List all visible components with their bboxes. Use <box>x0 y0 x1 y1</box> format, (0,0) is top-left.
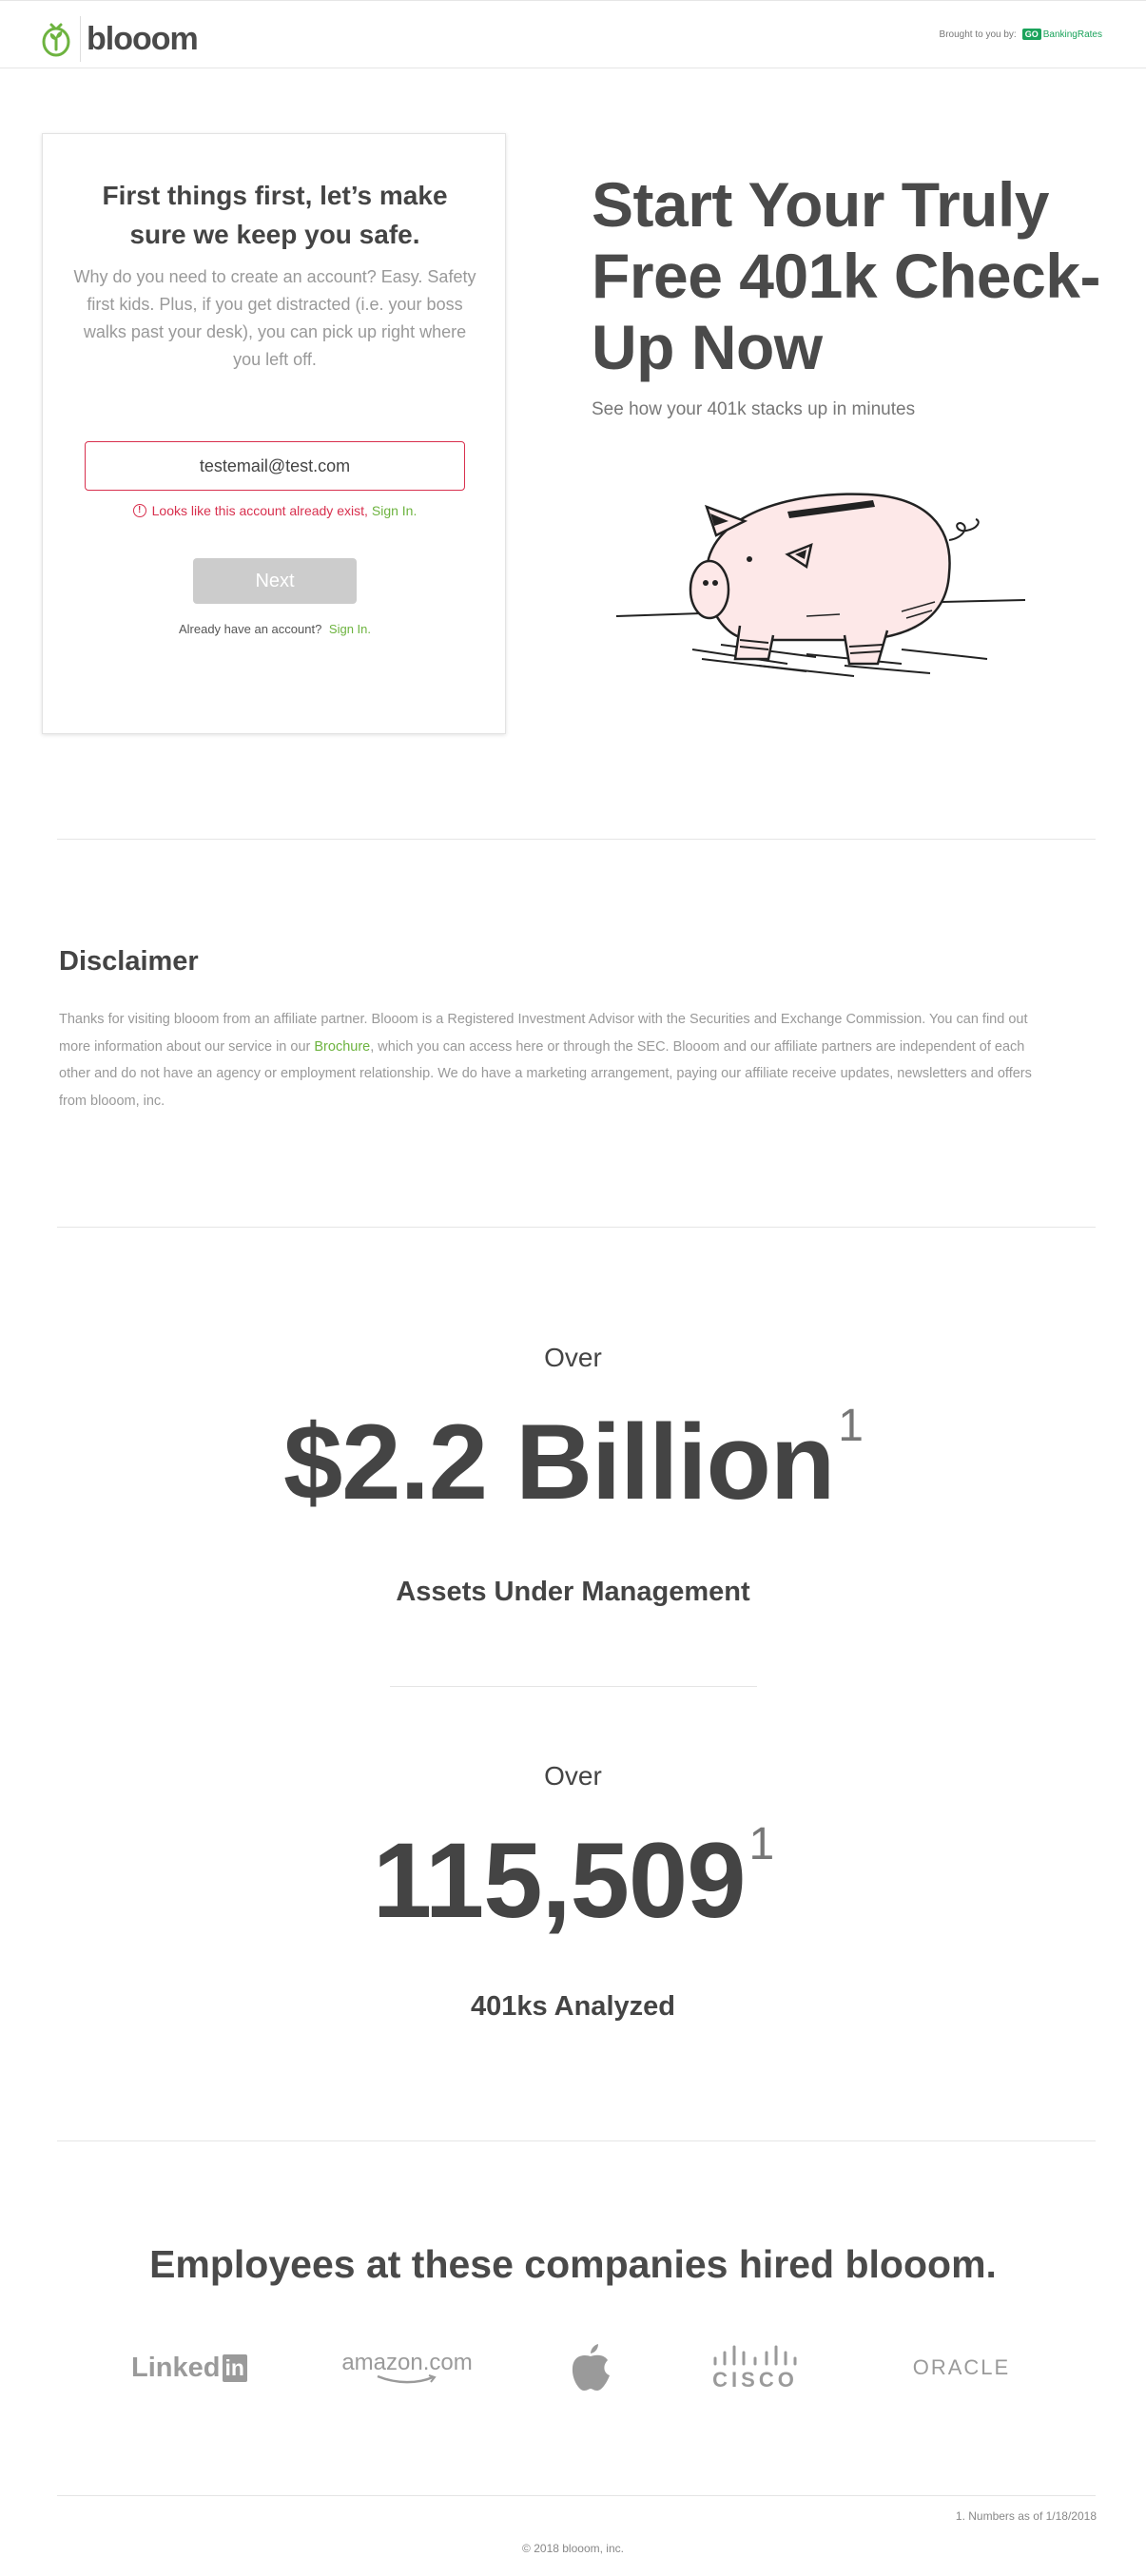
already-have-account: Already have an account? Sign In. <box>71 622 478 636</box>
stat-prefix: Over <box>544 1761 602 1791</box>
error-sign-in-link[interactable]: Sign In. <box>372 503 417 518</box>
disclaimer-title: Disclaimer <box>59 946 199 977</box>
cisco-logo-text: CISCO <box>712 2368 798 2392</box>
next-button[interactable]: Next <box>193 558 357 604</box>
stat-assets-label: Assets Under Management <box>396 1577 750 1607</box>
linkedin-logo: Linked in <box>129 2339 249 2396</box>
stat-assets-value: $2.2 Billion1 <box>0 1404 1146 1516</box>
stat-divider <box>390 1686 757 1687</box>
section-divider <box>57 2140 1096 2141</box>
cisco-bars-icon <box>713 2345 797 2366</box>
already-text: Already have an account? <box>178 622 322 636</box>
signup-heading: First things first, let’s make sure we k… <box>102 181 448 249</box>
signup-description: Why do you need to create an account? Ea… <box>73 267 476 369</box>
section-divider <box>57 839 1096 840</box>
partner-credit: Brought to you by: GO BankingRates <box>940 29 1102 40</box>
bankingrates-logo[interactable]: GO BankingRates <box>1021 29 1102 40</box>
signup-card: First things first, let’s make sure we k… <box>42 133 506 734</box>
brand-name: blooom <box>87 20 199 57</box>
amazon-smile-icon <box>377 2374 437 2384</box>
oracle-logo-text: ORACLE <box>912 2355 1011 2379</box>
stat-prefix: Over <box>544 1343 602 1372</box>
partner-badge: GO <box>1021 29 1041 40</box>
email-field[interactable] <box>85 441 465 491</box>
stat-footnote-marker: 1 <box>838 1401 864 1451</box>
brochure-link[interactable]: Brochure <box>314 1039 370 1055</box>
stat-analyzed-label: 401ks Analyzed <box>471 1991 675 2022</box>
stat-footnote-marker: 1 <box>748 1819 774 1869</box>
stat-analyzed-value: 115,5091 <box>0 1822 1146 1934</box>
section-divider <box>57 1227 1096 1228</box>
cisco-logo: CISCO <box>708 2339 803 2396</box>
stat-value-text: 115,509 <box>372 1821 747 1940</box>
error-text: Looks like this account already exist, <box>151 503 368 518</box>
partner-name: BankingRates <box>1042 29 1102 40</box>
stat-value-text: $2.2 Billion <box>283 1403 835 1521</box>
copyright: © 2018 blooom, inc. <box>522 2542 624 2555</box>
company-logos: Linked in amazon.com CISCO ORACLE <box>0 2339 1146 2396</box>
hero-title: Start Your Truly Free 401k Check-Up Now <box>592 169 1101 382</box>
apple-icon <box>572 2344 610 2391</box>
numbers-footnote: 1. Numbers as of 1/18/2018 <box>955 2509 1097 2523</box>
apple-logo <box>567 2339 614 2396</box>
amazon-logo-text: amazon.com <box>341 2350 473 2375</box>
hero-subtitle: See how your 401k stacks up in minutes <box>592 399 916 419</box>
sign-in-link[interactable]: Sign In. <box>329 622 371 636</box>
blooom-sprout-icon <box>42 23 70 57</box>
site-header: blooom Brought to you by: GO BankingRate… <box>0 0 1146 68</box>
oracle-logo: ORACLE <box>902 2339 1021 2396</box>
disclaimer-text: Thanks for visiting blooom from an affil… <box>59 1006 1058 1114</box>
blooom-logo[interactable]: blooom <box>40 16 199 62</box>
linkedin-logo-text: Linked <box>131 2352 221 2383</box>
footer-divider <box>57 2495 1096 2496</box>
piggy-bank-illustration <box>616 493 1026 677</box>
email-error-message: ! Looks like this account already exist,… <box>71 503 478 518</box>
error-alert-icon: ! <box>132 504 146 517</box>
brought-by-label: Brought to you by: <box>939 29 1017 40</box>
amazon-logo: amazon.com <box>341 2339 473 2396</box>
companies-title: Employees at these companies hired blooo… <box>149 2242 997 2286</box>
linkedin-in-box: in <box>222 2353 247 2382</box>
logo-divider <box>80 16 81 62</box>
